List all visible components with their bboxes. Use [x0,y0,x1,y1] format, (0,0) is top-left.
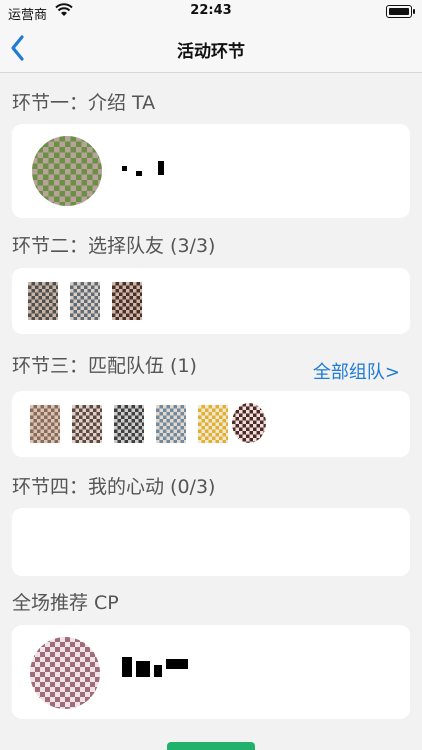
matched-avatar[interactable] [198,405,228,443]
matched-avatar[interactable] [114,405,144,443]
recommend-avatar[interactable] [30,637,100,709]
page-title: 活动环节 [177,42,245,62]
intro-card[interactable] [12,124,410,218]
match-card[interactable] [12,391,410,457]
section-intro-title: 环节一：介绍 TA [12,92,156,114]
recommend-card[interactable] [12,625,410,719]
battery-icon [386,5,415,18]
intro-name-pixelated [122,161,172,176]
section-crush-title: 环节四：我的心动 (0/3) [12,476,216,498]
crush-card[interactable] [12,508,410,576]
teammate-avatar[interactable] [28,282,58,320]
matched-avatar[interactable] [72,405,102,443]
intro-avatar[interactable] [32,136,102,206]
matched-avatar[interactable] [156,405,186,443]
clock: 22:43 [190,3,232,18]
teammate-avatar[interactable] [112,282,142,320]
section-match-title: 环节三：匹配队伍 (1) [12,355,197,377]
teammates-card[interactable] [12,268,410,334]
navigation-bar: 活动环节 [0,24,422,73]
matched-avatar[interactable] [232,403,266,443]
section-recommend-title: 全场推荐 CP [12,592,119,614]
status-bar: 运营商 22:43 [0,0,422,24]
section-select-title: 环节二：选择队友 (3/3) [12,235,216,257]
bottom-action-button[interactable] [167,742,255,750]
all-teams-link[interactable]: 全部组队> [313,358,400,384]
recommend-name-pixelated [122,657,190,677]
teammate-avatar[interactable] [70,282,100,320]
matched-avatar[interactable] [30,405,60,443]
